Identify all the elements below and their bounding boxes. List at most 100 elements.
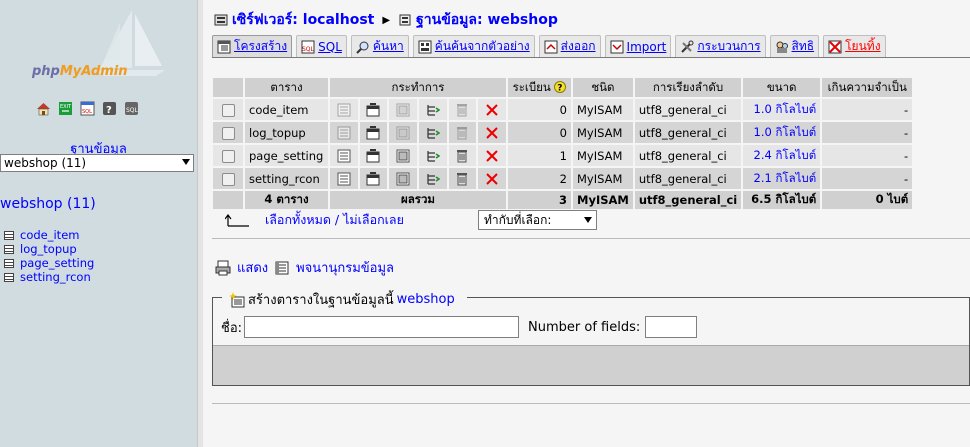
- structure-icon[interactable]: [366, 102, 380, 117]
- tab-drop[interactable]: โยนทิ้ง: [823, 35, 886, 57]
- drop-icon[interactable]: [485, 126, 499, 140]
- search-icon[interactable]: [396, 149, 410, 163]
- size-cell[interactable]: 1.0 กิโลไบต์: [743, 122, 821, 143]
- tab-export[interactable]: ส่งออก: [538, 35, 601, 57]
- action-cell: [359, 99, 388, 120]
- empty-icon[interactable]: [455, 172, 469, 186]
- table-list-label[interactable]: code_item: [20, 228, 79, 242]
- overhead-cell: -: [822, 122, 913, 143]
- tab-structure[interactable]: โครงสร้าง: [212, 35, 293, 57]
- server-icon: [214, 14, 228, 26]
- data-dictionary-link[interactable]: พจนานุกรมข้อมูล: [296, 257, 394, 278]
- tab-label: โยนทิ้ง: [845, 39, 881, 53]
- size-cell[interactable]: 2.1 กิโลไบต์: [743, 168, 821, 189]
- tab-import[interactable]: Import: [604, 35, 672, 57]
- structure-icon[interactable]: [366, 148, 380, 163]
- print-view-link[interactable]: แสดง: [237, 257, 268, 278]
- row-checkbox-cell: [213, 168, 243, 189]
- drop-icon[interactable]: [485, 172, 499, 186]
- help-icon[interactable]: ?: [102, 101, 117, 116]
- with-selected-dropdown[interactable]: ทำกับที่เลือก:: [478, 210, 597, 230]
- tab-operations[interactable]: กระบวนการ: [675, 35, 766, 57]
- help-hint-icon[interactable]: ?: [554, 81, 567, 94]
- empty-icon[interactable]: [455, 126, 469, 140]
- tab-search[interactable]: ค้นหา: [350, 35, 409, 57]
- table-icon[interactable]: [4, 244, 14, 254]
- table-name[interactable]: code_item: [245, 99, 328, 120]
- size-cell[interactable]: 2.4 กิโลไบต์: [743, 145, 821, 166]
- structure-icon[interactable]: [366, 171, 380, 186]
- type-cell: MyISAM: [573, 168, 633, 189]
- table-name[interactable]: log_topup: [245, 122, 328, 143]
- privileges-icon: [776, 41, 788, 53]
- phpmyadmin-logo[interactable]: phpMyAdmin: [20, 8, 170, 93]
- overhead-cell: -: [822, 99, 913, 120]
- sql-icon[interactable]: SQL: [80, 101, 95, 116]
- table-icon[interactable]: [4, 272, 14, 282]
- database-link[interactable]: ฐานข้อมูล: webshop: [416, 9, 558, 31]
- header-size[interactable]: ขนาด: [743, 78, 821, 97]
- table-list-item[interactable]: log_topup: [4, 242, 94, 256]
- table-icon[interactable]: [4, 258, 14, 268]
- tab-query[interactable]: ค้นค้นจากตัวอย่าง: [412, 35, 535, 57]
- collation-cell: utf8_general_ci: [634, 168, 742, 189]
- fields-count-input[interactable]: [645, 316, 698, 338]
- drop-icon[interactable]: [485, 103, 499, 117]
- table-name-input[interactable]: [244, 316, 520, 338]
- row-checkbox[interactable]: [221, 172, 235, 186]
- row-checkbox[interactable]: [221, 149, 235, 163]
- header-table[interactable]: ตาราง: [245, 78, 328, 97]
- insert-icon[interactable]: [426, 103, 440, 117]
- drop-icon[interactable]: [485, 149, 499, 163]
- query-icon: [418, 40, 432, 53]
- database-title[interactable]: webshop (11): [0, 196, 96, 212]
- insert-icon[interactable]: [426, 149, 440, 163]
- exit-icon[interactable]: EXIT: [58, 101, 73, 116]
- search-icon[interactable]: [396, 103, 410, 117]
- table-list-label[interactable]: log_topup: [20, 242, 77, 256]
- header-type[interactable]: ชนิด: [573, 78, 633, 97]
- create-legend-db[interactable]: webshop: [397, 292, 455, 307]
- row-checkbox-cell: [213, 99, 243, 120]
- action-cell: [359, 122, 388, 143]
- table-list-item[interactable]: page_setting: [4, 256, 94, 270]
- server-link[interactable]: เซิร์ฟเวอร์: localhost: [232, 9, 374, 31]
- table-row: code_item 0 MyISAM utf8_general_ci 1.0 กิโลไ…: [213, 99, 913, 120]
- browse-icon[interactable]: [337, 126, 351, 140]
- search-icon[interactable]: [396, 172, 410, 186]
- search-icon[interactable]: [396, 126, 410, 140]
- insert-icon[interactable]: [426, 126, 440, 140]
- table-list-label[interactable]: setting_rcon: [20, 270, 91, 284]
- empty-icon[interactable]: [455, 103, 469, 117]
- table-name[interactable]: page_setting: [245, 145, 328, 166]
- structure-icon[interactable]: [366, 125, 380, 140]
- select-all-link[interactable]: เลือกทั้งหมด / ไม่เลือกเลย: [265, 210, 404, 230]
- browse-icon[interactable]: [337, 149, 351, 163]
- svg-text:?: ?: [106, 105, 112, 116]
- sql-icon: SQL: [301, 40, 315, 53]
- tab-privileges[interactable]: สิทธิ: [769, 35, 820, 57]
- action-cell: [330, 145, 358, 166]
- header-overhead[interactable]: เกินความจำเป็น: [822, 78, 913, 97]
- table-list-item[interactable]: code_item: [4, 228, 94, 242]
- total-type: MyISAM: [573, 191, 633, 209]
- browse-icon[interactable]: [337, 172, 351, 186]
- size-cell[interactable]: 1.0 กิโลไบต์: [743, 99, 821, 120]
- table-list-item[interactable]: setting_rcon: [4, 270, 94, 284]
- insert-icon[interactable]: [426, 172, 440, 186]
- svg-text:SQL: SQL: [126, 107, 139, 114]
- header-collation[interactable]: การเรียงลำดับ: [634, 78, 742, 97]
- table-name[interactable]: setting_rcon: [245, 168, 328, 189]
- browse-icon[interactable]: [337, 103, 351, 117]
- row-checkbox[interactable]: [221, 103, 235, 117]
- database-select[interactable]: webshop (11): [0, 154, 194, 172]
- empty-icon[interactable]: [455, 149, 469, 163]
- tab-sql[interactable]: SQL SQL: [296, 35, 347, 57]
- docs-icon[interactable]: SQL: [124, 101, 139, 116]
- row-checkbox[interactable]: [221, 126, 235, 140]
- home-icon[interactable]: [36, 101, 51, 116]
- name-label: ชื่อ:: [221, 320, 243, 336]
- table-list-label[interactable]: page_setting: [20, 256, 94, 270]
- table-icon[interactable]: [4, 230, 14, 240]
- header-records[interactable]: ระเบียน ?: [508, 78, 571, 97]
